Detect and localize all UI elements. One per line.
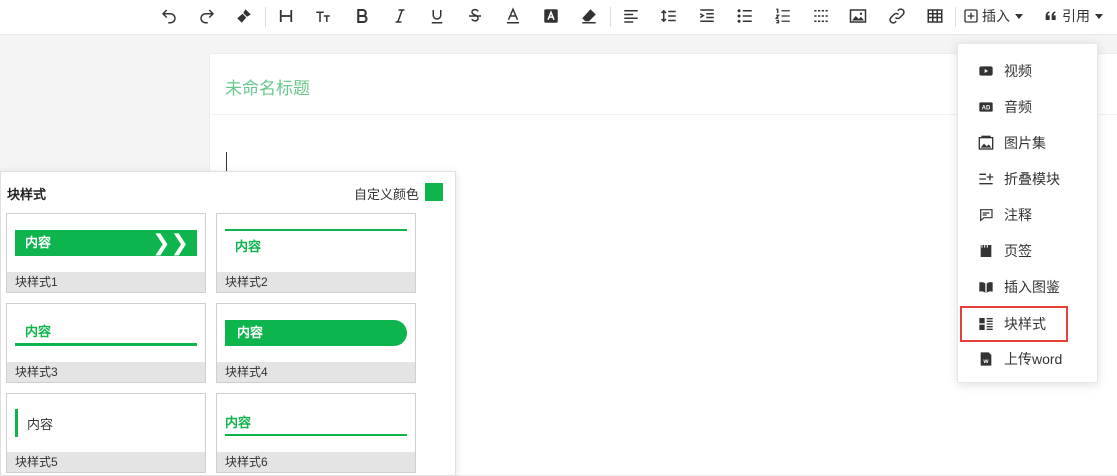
style-preview-line [225, 434, 407, 436]
style-preview: 内容 [25, 324, 52, 339]
style-name: 块样式1 [7, 272, 205, 292]
quote-icon [1045, 11, 1056, 20]
image-icon[interactable] [846, 4, 870, 28]
block-style-card-1[interactable]: 内容 ❯❯ 块样式1 [6, 213, 206, 293]
quote-label: 引用 [1062, 8, 1090, 24]
style-name: 块样式5 [7, 452, 205, 472]
menu-item-block-style[interactable]: 块样式 [960, 306, 1068, 342]
font-size-icon[interactable] [311, 4, 335, 28]
video-icon [979, 66, 993, 76]
menu-item-book[interactable]: 插入图鉴 [958, 269, 1097, 305]
bold-icon[interactable] [350, 4, 374, 28]
align-icon[interactable] [619, 4, 643, 28]
table-icon[interactable] [923, 4, 947, 28]
block-style-card-5[interactable]: 内容 块样式5 [6, 393, 206, 473]
double-chevron-icon: ❯❯ [152, 230, 189, 255]
chevron-down-icon [1015, 13, 1023, 19]
menu-item-comment[interactable]: 注释 [958, 197, 1097, 233]
style-name: 块样式3 [7, 362, 205, 382]
menu-item-audio[interactable]: AD 音频 [958, 89, 1097, 125]
strikethrough-icon[interactable] [463, 4, 487, 28]
word-icon: w [980, 352, 992, 366]
eraser-icon[interactable] [577, 4, 601, 28]
style-name: 块样式4 [217, 362, 415, 382]
svg-text:AD: AD [982, 106, 991, 112]
quote-dropdown[interactable]: 引用 [1043, 4, 1103, 28]
undo-icon[interactable] [157, 4, 181, 28]
style-preview: 内容 ❯❯ [15, 230, 197, 256]
menu-item-word[interactable]: w 上传word [958, 341, 1097, 377]
style-preview-bar [15, 409, 18, 437]
menu-item-collapse[interactable]: 折叠模块 [958, 161, 1097, 197]
editor-toolbar: 插入 引用 [0, 0, 1117, 35]
style-preview: 内容 [225, 415, 252, 430]
link-icon[interactable] [885, 4, 909, 28]
block-style-panel: 块样式 自定义颜色 内容 ❯❯ 块样式1 内容 块样式2 内容 块样式3 内容 块… [0, 171, 456, 476]
block-style-card-4[interactable]: 内容 块样式4 [216, 303, 416, 383]
book-icon [979, 282, 993, 293]
insert-label: 插入 [982, 8, 1010, 24]
style-preview-line [15, 343, 197, 346]
style-name: 块样式2 [217, 272, 415, 292]
color-swatch[interactable] [425, 183, 443, 201]
custom-color-label: 自定义颜色 [353, 187, 419, 202]
comment-icon [980, 209, 993, 222]
plus-square-icon [964, 9, 978, 23]
block-style-card-6[interactable]: 内容 块样式6 [216, 393, 416, 473]
underline-icon[interactable] [425, 4, 449, 28]
block-style-icon [979, 318, 993, 330]
collapse-icon [979, 173, 994, 185]
font-color-icon[interactable] [501, 4, 525, 28]
style-preview: 内容 [27, 417, 54, 432]
style-preview: 内容 [235, 239, 262, 254]
heading-icon[interactable] [274, 4, 298, 28]
style-preview-line [225, 229, 407, 231]
insert-menu: 视频 AD 音频 图片集 折叠模块 注释 页签 插入图鉴 块样式 w 上传wor… [957, 43, 1098, 383]
style-name: 块样式6 [217, 452, 415, 472]
style-preview: 内容 [225, 320, 407, 346]
chevron-down-icon [1095, 13, 1103, 19]
block-style-card-3[interactable]: 内容 块样式3 [6, 303, 206, 383]
horizontal-rule-icon[interactable] [809, 4, 833, 28]
format-brush-icon[interactable] [232, 4, 256, 28]
line-height-icon[interactable] [657, 4, 681, 28]
svg-text:w: w [982, 358, 989, 365]
redo-icon[interactable] [195, 4, 219, 28]
audio-icon: AD [979, 102, 993, 112]
indent-icon[interactable] [695, 4, 719, 28]
ordered-list-icon[interactable] [771, 4, 795, 28]
unordered-list-icon[interactable] [733, 4, 757, 28]
title-input[interactable]: 未命名标题 [225, 74, 310, 99]
background-color-icon[interactable] [539, 4, 563, 28]
menu-item-gallery[interactable]: 图片集 [958, 125, 1097, 161]
italic-icon[interactable] [388, 4, 412, 28]
gallery-icon [978, 135, 994, 150]
menu-item-tab[interactable]: 页签 [958, 233, 1097, 269]
insert-dropdown[interactable]: 插入 [963, 4, 1023, 28]
tab-icon [980, 245, 992, 257]
menu-item-video[interactable]: 视频 [958, 53, 1097, 89]
panel-title: 块样式 [7, 187, 47, 202]
block-style-card-2[interactable]: 内容 块样式2 [216, 213, 416, 293]
